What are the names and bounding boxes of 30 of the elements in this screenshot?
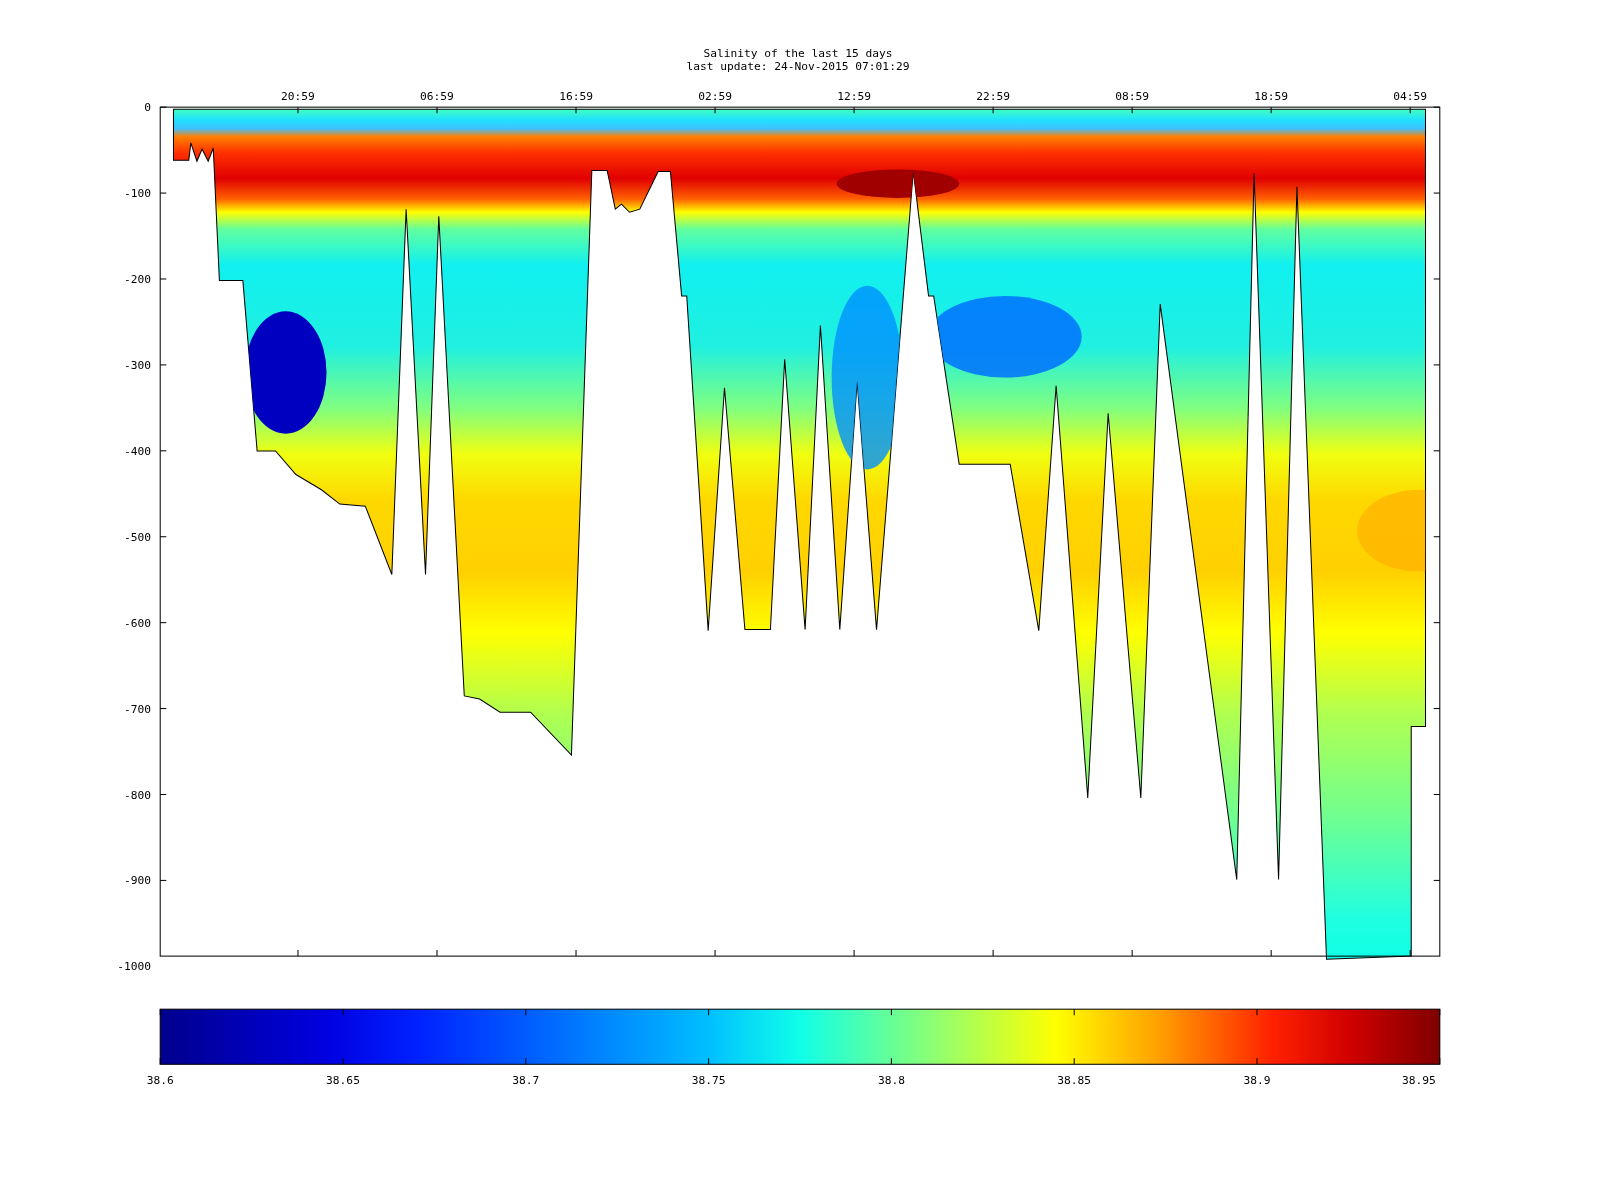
time-tick-label: 08:59: [1115, 90, 1150, 103]
depth-tick-label: 0: [144, 101, 151, 115]
depth-tick-label: -1000: [117, 960, 151, 974]
colorbar-tick-label: 38.7: [512, 1073, 540, 1087]
colorbar-tick-label: 38.9: [1243, 1073, 1271, 1087]
colorbar-tick-label: 38.95: [1401, 1073, 1436, 1087]
time-tick-label: 20:59: [281, 90, 315, 103]
time-tick-label: 22:59: [976, 90, 1010, 103]
time-tick-label: 18:59: [1254, 90, 1289, 103]
colorbar-tick-label: 38.65: [326, 1073, 360, 1087]
colorbar-tick-label: 38.8: [877, 1073, 905, 1087]
depth-tick-label: -100: [124, 187, 151, 201]
depth-tick-label: -400: [124, 444, 151, 458]
time-tick-label: 06:59: [420, 90, 454, 103]
colorbar-tick-label: 38.75: [691, 1073, 726, 1087]
time-tick-label: 04:59: [1393, 90, 1428, 103]
depth-tick-label: -700: [124, 702, 151, 716]
depth-tick-label: -300: [124, 359, 151, 372]
colorbar-tick-label: 38.6: [146, 1073, 174, 1087]
depth-tick-label: -200: [124, 273, 151, 287]
depth-tick-label: -900: [124, 874, 151, 888]
chart-title: Salinity of the last 15 days: [703, 47, 893, 61]
time-tick-label: 12:59: [837, 90, 871, 103]
time-tick-label: 02:59: [698, 90, 732, 103]
depth-tick-label: -600: [124, 616, 151, 630]
chart-subtitle: last update: 24-Nov-2015 07:01:29: [686, 60, 910, 74]
time-tick-label: 16:59: [559, 90, 593, 103]
colorbar-tick-label: 38.85: [1057, 1073, 1092, 1087]
depth-tick-label: -800: [124, 788, 151, 802]
depth-tick-label: -500: [124, 530, 151, 544]
